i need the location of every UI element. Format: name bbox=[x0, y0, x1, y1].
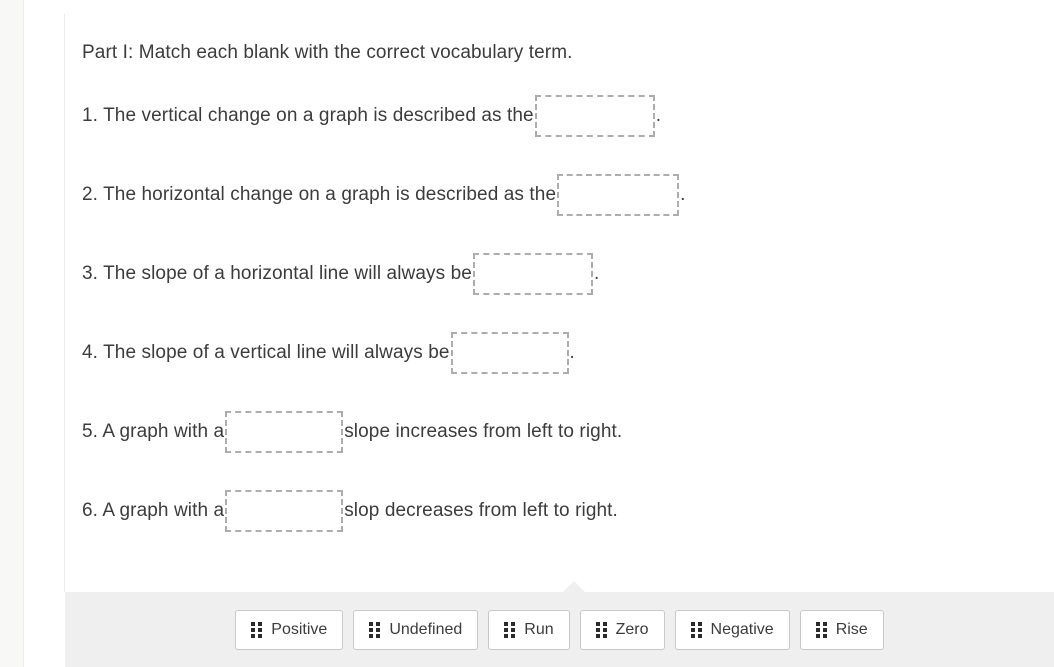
draggable-chip-rise[interactable]: Rise bbox=[799, 609, 884, 650]
grip-dots-icon bbox=[690, 621, 702, 638]
question-5-text: 5. A graph with a bbox=[82, 421, 225, 442]
draggable-chip-run[interactable]: Run bbox=[488, 609, 570, 650]
part-heading: Part I: Match each blank with the correc… bbox=[82, 42, 573, 63]
question-6-text: 6. A graph with a bbox=[82, 500, 225, 521]
tray-notch-icon bbox=[563, 581, 585, 592]
blank-3-drop-zone[interactable] bbox=[472, 253, 593, 295]
grip-dots-icon bbox=[504, 621, 516, 638]
draggable-chip-undefined[interactable]: Undefined bbox=[353, 609, 479, 650]
chip-label: Run bbox=[524, 620, 554, 638]
chip-label: Rise bbox=[835, 620, 868, 638]
question-row-5: 5. A graph with a slope increases from l… bbox=[82, 407, 1054, 457]
grip-dots-icon bbox=[251, 621, 263, 638]
blank-4-drop-zone[interactable] bbox=[450, 332, 569, 374]
chip-label: Negative bbox=[710, 620, 774, 638]
question-list: 1. The vertical change on a graph is des… bbox=[82, 91, 1054, 536]
question-5-tail: slope increases from left to right. bbox=[344, 421, 623, 442]
question-3-text: 3. The slope of a horizontal line will a… bbox=[82, 263, 472, 284]
blank-2-drop-zone[interactable] bbox=[557, 174, 680, 216]
chip-label: Positive bbox=[271, 620, 328, 638]
question-1-text: 1. The vertical change on a graph is des… bbox=[82, 105, 534, 126]
draggable-chip-negative[interactable]: Negative bbox=[674, 609, 790, 650]
question-4-tail: . bbox=[569, 342, 575, 363]
worksheet-panel: Part I: Match each blank with the correc… bbox=[65, 0, 1054, 592]
blank-6-drop-zone[interactable] bbox=[225, 490, 344, 532]
left-gutter-rail bbox=[0, 0, 24, 667]
question-row-4: 4. The slope of a vertical line will alw… bbox=[82, 328, 1054, 378]
question-row-2: 2. The horizontal change on a graph is d… bbox=[82, 170, 1054, 220]
draggable-chip-zero[interactable]: Zero bbox=[579, 609, 665, 650]
question-row-1: 1. The vertical change on a graph is des… bbox=[82, 91, 1054, 141]
grip-dots-icon bbox=[595, 621, 607, 638]
question-1-tail: . bbox=[655, 105, 662, 126]
question-3-tail: . bbox=[593, 263, 600, 284]
blank-1-drop-zone[interactable] bbox=[534, 95, 655, 137]
question-2-tail: . bbox=[680, 184, 686, 205]
chip-label: Zero bbox=[615, 620, 649, 638]
chip-label: Undefined bbox=[389, 620, 463, 638]
answer-bank-tray: Positive Undefined Run Zero Negative Ris… bbox=[65, 581, 1054, 667]
question-4-text: 4. The slope of a vertical line will alw… bbox=[82, 342, 450, 363]
blank-5-drop-zone[interactable] bbox=[225, 411, 344, 453]
question-2-text: 2. The horizontal change on a graph is d… bbox=[82, 184, 557, 205]
question-row-6: 6. A graph with a slop decreases from le… bbox=[82, 486, 1054, 536]
question-row-3: 3. The slope of a horizontal line will a… bbox=[82, 249, 1054, 299]
grip-dots-icon bbox=[369, 621, 381, 638]
question-6-tail: slop decreases from left to right. bbox=[344, 500, 618, 521]
draggable-chip-positive[interactable]: Positive bbox=[235, 609, 344, 650]
grip-dots-icon bbox=[815, 621, 827, 638]
